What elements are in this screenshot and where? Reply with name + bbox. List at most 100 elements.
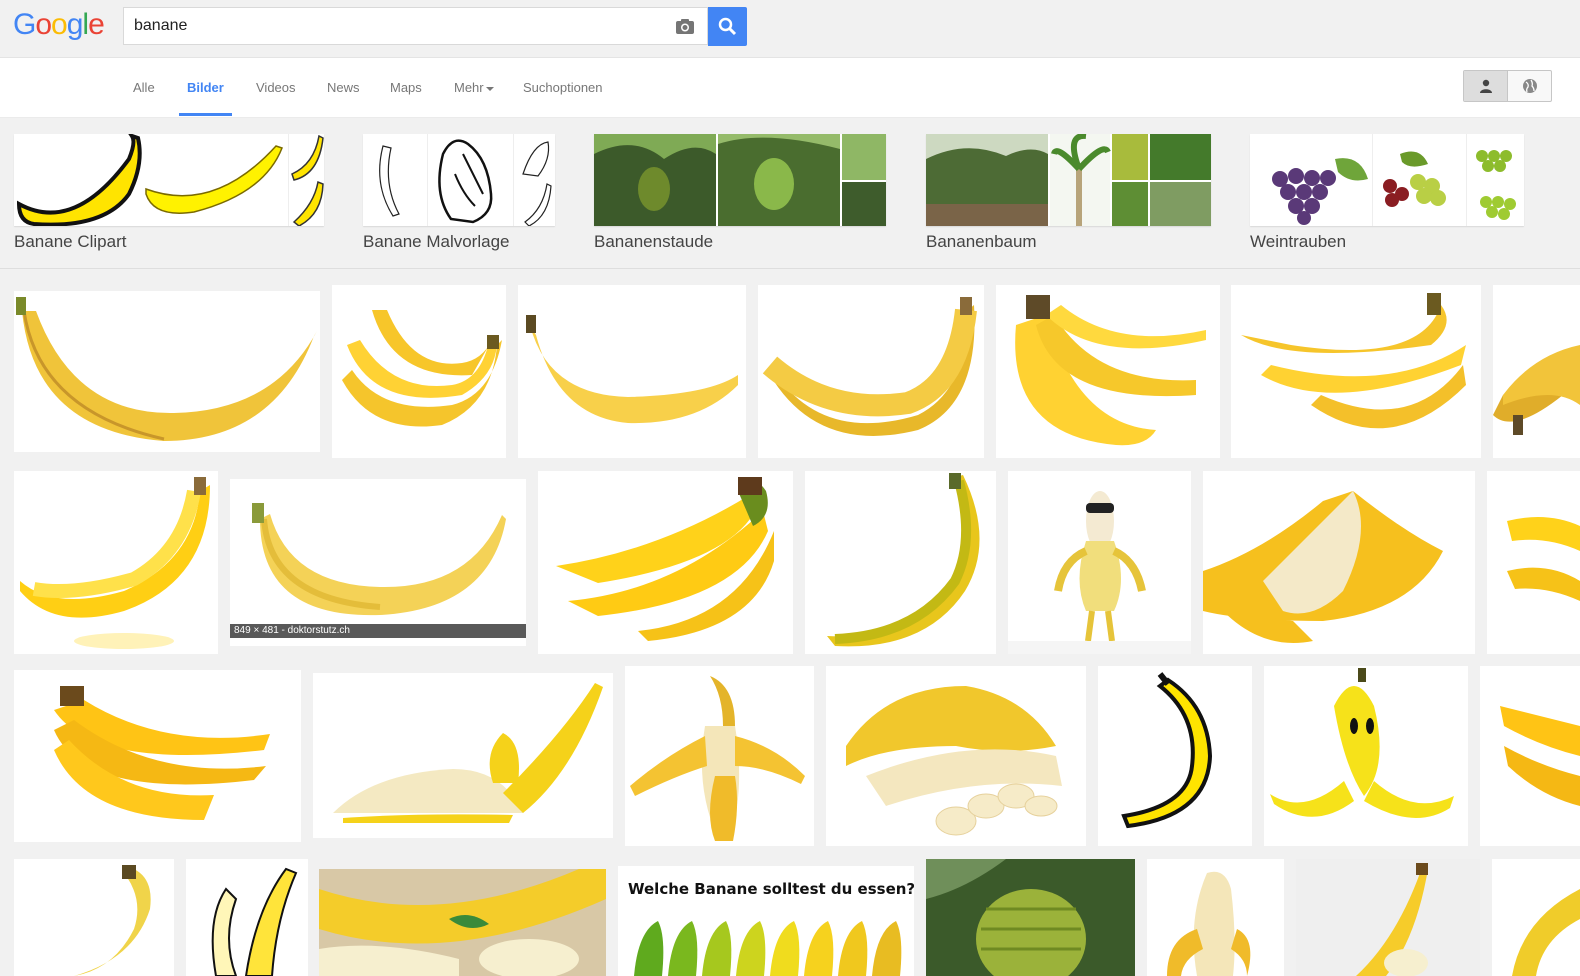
banana-cartoon-image bbox=[211, 867, 298, 976]
logo-letter: g bbox=[66, 8, 84, 41]
image-result[interactable] bbox=[518, 285, 746, 458]
image-result[interactable] bbox=[1296, 859, 1480, 976]
banana-plant-image bbox=[926, 859, 1135, 976]
related-chip-label: Bananenbaum bbox=[926, 232, 1037, 251]
banana-image bbox=[1493, 345, 1580, 435]
image-result[interactable] bbox=[1480, 666, 1580, 846]
banana-cartoon-image bbox=[1121, 672, 1213, 829]
banana-image bbox=[1167, 871, 1251, 976]
image-result[interactable] bbox=[319, 869, 606, 976]
banana-image bbox=[526, 315, 738, 424]
active-tab-indicator bbox=[179, 113, 232, 116]
search-input[interactable]: banane bbox=[134, 17, 187, 35]
tab-maps[interactable]: Maps bbox=[390, 80, 422, 95]
image-result[interactable] bbox=[313, 673, 613, 838]
banana-image bbox=[556, 477, 774, 641]
google-logo[interactable]: Google bbox=[13, 8, 105, 42]
banana-image bbox=[16, 297, 317, 441]
image-result[interactable]: Welche Banane solltest du essen? bbox=[618, 866, 914, 976]
image-result[interactable] bbox=[1098, 666, 1252, 846]
related-chip-bananenbaum[interactable]: Bananenbaum bbox=[926, 134, 1211, 251]
image-result[interactable] bbox=[14, 291, 320, 452]
tab-videos[interactable]: Videos bbox=[256, 80, 296, 95]
image-result[interactable] bbox=[805, 471, 996, 654]
globe-toggle-button[interactable] bbox=[1508, 71, 1551, 101]
tab-suchoptionen[interactable]: Suchoptionen bbox=[523, 80, 603, 95]
banana-image bbox=[1241, 293, 1466, 429]
search-nav: Alle Bilder Videos News Maps Mehr Suchop… bbox=[0, 58, 1580, 118]
banana-image bbox=[827, 473, 980, 647]
image-result[interactable] bbox=[625, 666, 814, 846]
banana-image bbox=[1296, 859, 1480, 976]
image-result[interactable] bbox=[538, 471, 793, 654]
banana-image bbox=[54, 686, 270, 820]
banana-image bbox=[74, 865, 151, 976]
banana-image bbox=[1203, 491, 1443, 643]
banana-image bbox=[319, 869, 606, 976]
globe-icon bbox=[1523, 79, 1537, 93]
chevron-down-icon bbox=[485, 86, 494, 91]
banana-image bbox=[333, 683, 603, 823]
image-result[interactable] bbox=[996, 285, 1220, 458]
image-meta-overlay: 849 × 481 - doktorstutz.ch bbox=[230, 624, 526, 638]
banana-image bbox=[342, 310, 502, 427]
banana-image bbox=[630, 676, 805, 841]
related-chip-banane-clipart[interactable]: Banane Clipart bbox=[14, 134, 324, 251]
image-result[interactable] bbox=[186, 859, 308, 976]
related-chip-bananenstaude[interactable]: Bananenstaude bbox=[594, 134, 886, 251]
logo-letter: G bbox=[13, 8, 36, 41]
banana-coloring-image bbox=[379, 134, 552, 226]
banana-mascot-image bbox=[1008, 491, 1191, 654]
safesearch-toggle bbox=[1463, 70, 1552, 102]
image-result[interactable] bbox=[14, 859, 174, 976]
person-icon bbox=[1480, 79, 1492, 93]
related-chip-label: Weintrauben bbox=[1250, 232, 1347, 251]
image-result[interactable] bbox=[758, 285, 984, 458]
related-chip-banane-malvorlage[interactable]: Banane Malvorlage bbox=[363, 134, 555, 251]
image-result[interactable] bbox=[1008, 471, 1191, 654]
header: Google banane bbox=[0, 0, 1580, 58]
banana-ripeness-image bbox=[634, 921, 902, 976]
related-chip-label: Bananenstaude bbox=[594, 232, 714, 251]
banana-image bbox=[20, 477, 210, 649]
logo-letter: o bbox=[35, 8, 52, 41]
related-searches: Banane Clipart Banane Malvorlage Bananen… bbox=[0, 118, 1580, 269]
image-result[interactable] bbox=[926, 859, 1135, 976]
related-chip-label: Banane Clipart bbox=[14, 232, 127, 251]
tab-mehr[interactable]: Mehr bbox=[454, 80, 494, 95]
image-result[interactable] bbox=[14, 471, 218, 654]
search-icon bbox=[718, 17, 737, 36]
logo-letter: e bbox=[88, 8, 105, 41]
search-box[interactable]: banane bbox=[123, 7, 708, 45]
banana-image bbox=[846, 686, 1062, 836]
banana-tree-image bbox=[926, 134, 1211, 226]
search-button[interactable] bbox=[708, 7, 747, 46]
banana-image bbox=[762, 297, 977, 436]
logo-letter: o bbox=[51, 8, 68, 41]
image-result[interactable] bbox=[1492, 859, 1580, 976]
image-result[interactable] bbox=[1493, 285, 1580, 458]
banana-character-image bbox=[1270, 668, 1454, 818]
banana-image bbox=[252, 503, 506, 616]
grapes-image bbox=[1272, 134, 1516, 226]
image-result[interactable]: 849 × 481 - doktorstutz.ch bbox=[230, 479, 526, 646]
image-result[interactable] bbox=[1487, 471, 1580, 654]
banana-image bbox=[1500, 706, 1580, 806]
banana-image bbox=[1015, 295, 1206, 446]
image-result[interactable] bbox=[1264, 666, 1468, 846]
image-result[interactable] bbox=[826, 666, 1086, 846]
banana-clipart-image bbox=[16, 134, 324, 226]
camera-icon[interactable] bbox=[675, 18, 695, 40]
banana-image bbox=[1512, 889, 1580, 976]
image-result[interactable] bbox=[1147, 859, 1284, 976]
tab-bilder[interactable]: Bilder bbox=[187, 80, 224, 95]
related-chip-weintrauben[interactable]: Weintrauben bbox=[1250, 134, 1524, 251]
image-result[interactable] bbox=[14, 670, 301, 842]
image-result[interactable] bbox=[1231, 285, 1481, 458]
tab-alle[interactable]: Alle bbox=[133, 80, 155, 95]
person-toggle-button[interactable] bbox=[1464, 71, 1508, 101]
tab-news[interactable]: News bbox=[327, 80, 360, 95]
image-result[interactable] bbox=[1203, 471, 1475, 654]
image-result[interactable] bbox=[332, 285, 506, 458]
tab-mehr-label: Mehr bbox=[454, 80, 484, 95]
